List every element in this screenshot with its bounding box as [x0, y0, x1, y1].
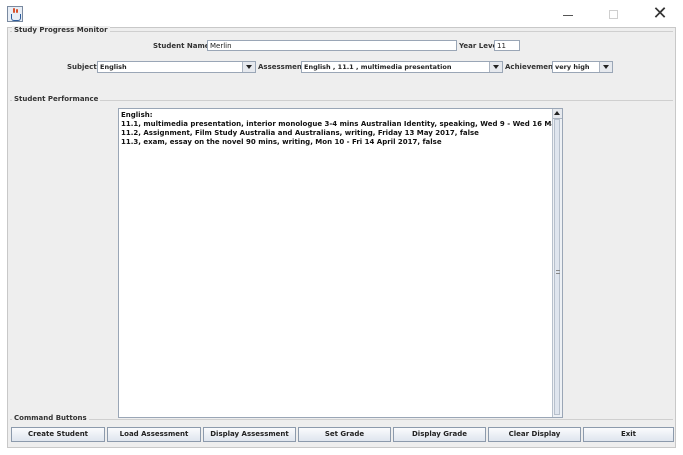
student-name-field[interactable]: Merlin — [207, 40, 457, 51]
year-level-field[interactable]: 11 — [494, 40, 520, 51]
minimize-button[interactable] — [545, 0, 591, 30]
performance-line: 11.1, multimedia presentation, interior … — [121, 120, 552, 128]
command-buttons-group: Command Buttons — [10, 414, 673, 422]
close-button[interactable]: ✕ — [637, 0, 683, 30]
group-title: Student Performance — [12, 95, 101, 103]
display-grade-button[interactable]: Display Grade — [393, 427, 486, 442]
java-icon — [7, 6, 23, 22]
set-grade-button[interactable]: Set Grade — [298, 427, 391, 442]
maximize-icon — [609, 10, 618, 19]
main-panel: Study Progress Monitor Student Name Merl… — [7, 26, 676, 448]
command-button-bar: Create Student Load Assessment Display A… — [11, 427, 674, 442]
vertical-scrollbar[interactable] — [552, 109, 562, 417]
performance-line: English: — [121, 111, 153, 119]
chevron-down-icon[interactable] — [489, 62, 502, 72]
performance-text-area[interactable]: English: 11.1, multimedia presentation, … — [118, 108, 563, 418]
scrollbar-thumb[interactable] — [554, 119, 560, 415]
chevron-down-icon[interactable] — [242, 62, 255, 72]
achievements-combo[interactable]: very high — [552, 61, 613, 73]
display-assessment-button[interactable]: Display Assessment — [203, 427, 296, 442]
subjects-value: English — [100, 63, 127, 71]
performance-line: 11.3, exam, essay on the novel 90 mins, … — [121, 138, 442, 146]
chevron-down-icon[interactable] — [599, 62, 612, 72]
group-title: Command Buttons — [12, 414, 89, 422]
subjects-combo[interactable]: English — [97, 61, 256, 73]
scroll-up-icon[interactable] — [553, 109, 562, 119]
group-title: Study Progress Monitor — [12, 26, 110, 34]
minimize-icon — [563, 15, 573, 16]
performance-text: English: 11.1, multimedia presentation, … — [121, 111, 552, 147]
assessments-combo[interactable]: English , 11.1 , multimedia presentation — [301, 61, 503, 73]
performance-line: 11.2, Assignment, Film Study Australia a… — [121, 129, 479, 137]
subjects-label: Subjects — [67, 63, 101, 71]
clear-display-button[interactable]: Clear Display — [488, 427, 581, 442]
load-assessment-button[interactable]: Load Assessment — [107, 427, 201, 442]
assessments-value: English , 11.1 , multimedia presentation — [304, 63, 452, 71]
create-student-button[interactable]: Create Student — [11, 427, 105, 442]
achievements-value: very high — [555, 63, 590, 71]
maximize-button[interactable] — [591, 0, 637, 30]
student-performance-group: Student Performance — [10, 95, 673, 103]
close-icon: ✕ — [652, 3, 668, 24]
student-name-label: Student Name — [153, 42, 210, 50]
exit-button[interactable]: Exit — [583, 427, 674, 442]
study-progress-group: Study Progress Monitor — [10, 26, 673, 34]
grip-icon — [556, 270, 560, 274]
